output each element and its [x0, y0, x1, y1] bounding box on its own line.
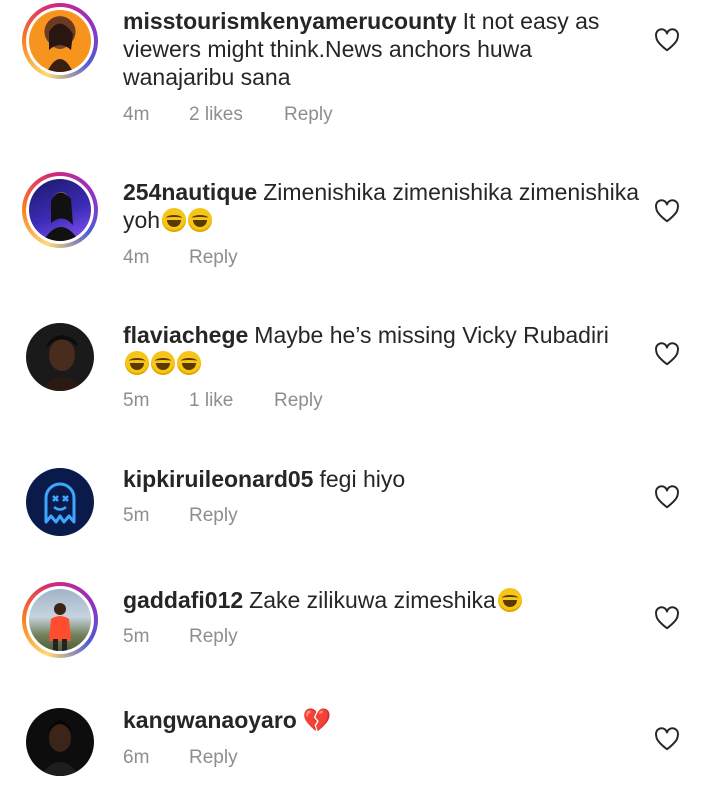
grinning-squinting-face-icon: [162, 208, 187, 232]
comment-likes[interactable]: 1 like: [189, 390, 274, 412]
reply-button[interactable]: Reply: [189, 247, 238, 269]
avatar-story-ring[interactable]: [22, 172, 98, 248]
heart-outline-icon[interactable]: [654, 28, 680, 52]
avatar-story-ring[interactable]: [22, 3, 98, 79]
heart-outline-icon[interactable]: [654, 606, 680, 630]
heart-outline-icon[interactable]: [654, 342, 680, 366]
avatar: [29, 10, 91, 72]
comment-text-block: misstourismkenyamerucounty It not easy as…: [123, 7, 643, 91]
avatar: [26, 323, 94, 391]
avatar: [29, 589, 91, 651]
grinning-squinting-face-icon: [151, 351, 175, 375]
reply-button[interactable]: Reply: [189, 747, 238, 769]
comment-time: 6m: [123, 747, 150, 768]
comment-username[interactable]: misstourismkenyamerucounty: [123, 8, 457, 34]
avatar: [29, 179, 91, 241]
comment-time: 5m: [123, 626, 150, 647]
reply-button[interactable]: Reply: [274, 390, 323, 412]
heart-outline-icon[interactable]: [654, 485, 680, 509]
comment-time: 4m: [123, 247, 150, 268]
avatar-plain[interactable]: [22, 319, 98, 395]
broken-heart-emoji: 💔: [302, 707, 332, 733]
avatar-story-ring[interactable]: [22, 582, 98, 658]
ghost-logo-icon: [26, 468, 94, 536]
reply-button[interactable]: Reply: [284, 104, 333, 126]
comment-text-block: kangwanaoyaro 💔: [123, 706, 643, 734]
comment-text-block: 254nautique Zimenishika zimenishika zimen…: [123, 178, 643, 234]
comment-meta: 6m Reply: [123, 747, 238, 769]
avatar-plain[interactable]: [22, 704, 98, 780]
grinning-squinting-face-icon: [188, 208, 213, 232]
comment-text-block: gaddafi012 Zake zilikuwa zimeshika: [123, 586, 643, 614]
comment-time: 5m: [123, 505, 150, 526]
comment-body: Maybe he’s missing Vicky Rubadiri: [254, 322, 609, 348]
comment-username[interactable]: 254nautique: [123, 179, 257, 205]
comment-text-block: flaviachege Maybe he’s missing Vicky Ruba…: [123, 321, 643, 377]
reply-button[interactable]: Reply: [189, 626, 238, 648]
avatar: [26, 708, 94, 776]
comment-username[interactable]: flaviachege: [123, 322, 248, 348]
comment-time: 4m: [123, 104, 150, 125]
comment-body: fegi hiyo: [319, 466, 406, 492]
reply-button[interactable]: Reply: [189, 505, 238, 527]
comment-meta: 5m 1 like Reply: [123, 390, 323, 412]
grinning-squinting-face-icon: [497, 588, 522, 612]
grinning-squinting-face-icon: [177, 351, 201, 375]
comment-meta: 5m Reply: [123, 505, 238, 527]
heart-outline-icon[interactable]: [654, 727, 680, 751]
avatar-plain[interactable]: [22, 464, 98, 540]
comment-meta: 4m Reply: [123, 247, 238, 269]
comment-meta: 4m 2 likes Reply: [123, 104, 333, 126]
grinning-squinting-face-icon: [125, 351, 149, 375]
comment-body: Zake zilikuwa zimeshika: [249, 587, 496, 613]
comment-time: 5m: [123, 390, 150, 411]
comment-username[interactable]: kipkiruileonard05: [123, 466, 313, 492]
comment-meta: 5m Reply: [123, 626, 238, 648]
comment-username[interactable]: kangwanaoyaro: [123, 707, 297, 733]
heart-outline-icon[interactable]: [654, 199, 680, 223]
comment-username[interactable]: gaddafi012: [123, 587, 243, 613]
comment-text-block: kipkiruileonard05 fegi hiyo: [123, 465, 643, 493]
comment-likes[interactable]: 2 likes: [189, 104, 284, 126]
